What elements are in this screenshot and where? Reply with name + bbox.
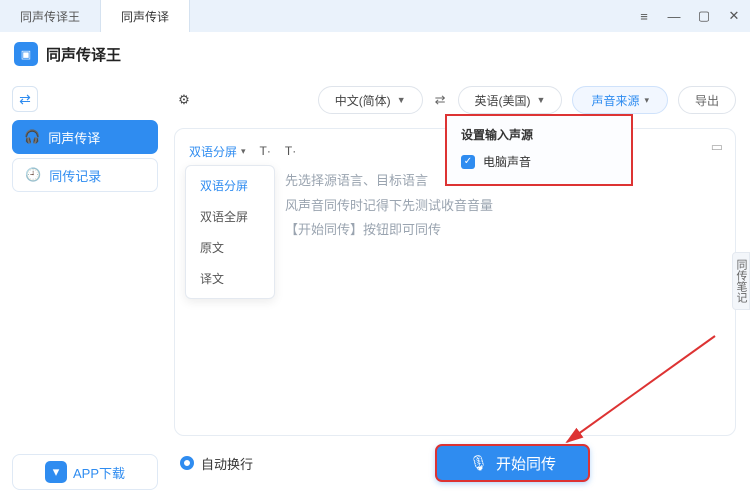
gear-icon[interactable]: ⚙ — [174, 90, 194, 110]
start-label: 开始同传 — [496, 453, 556, 474]
dd-item-source[interactable]: 原文 — [186, 232, 274, 263]
sidebar: ⇄ 🎧 同声传译 🕘 同传记录 ▾ APP下载 — [0, 76, 170, 500]
notes-side-tab[interactable]: 同传笔记 — [732, 252, 750, 310]
popover-title: 设置输入声源 — [461, 126, 617, 143]
tabs-bar: 同声传译王 同声传译 ≡ — ▢ ✕ — [0, 0, 750, 32]
auto-wrap-label: 自动换行 — [201, 454, 253, 473]
sound-source-button[interactable]: 声音来源 ▾ — [572, 86, 668, 114]
app-download-button[interactable]: ▾ APP下载 — [12, 454, 158, 490]
layout-label: 双语分屏 — [189, 143, 237, 160]
source-lang-select[interactable]: 中文(简体) ▼ — [318, 86, 423, 114]
text-size-small-icon[interactable]: T· — [260, 144, 271, 158]
clock-icon: 🕘 — [25, 167, 41, 183]
tab-interpret[interactable]: 同声传译 — [101, 0, 190, 32]
dd-item-split[interactable]: 双语分屏 — [186, 170, 274, 201]
window-controls: ≡ — ▢ ✕ — [636, 0, 742, 32]
nav-label: 同传记录 — [49, 166, 101, 185]
app-title: 同声传译王 — [46, 44, 121, 65]
dd-item-full[interactable]: 双语全屏 — [186, 201, 274, 232]
nav-interpret[interactable]: 🎧 同声传译 — [12, 120, 158, 154]
hint-line: 【开始同传】按钮即可同传 — [285, 218, 721, 243]
menu-icon[interactable]: ≡ — [636, 8, 652, 24]
start-interpret-button[interactable]: 🎙 开始同传 — [435, 444, 590, 482]
chevron-down-icon: ▼ — [397, 95, 406, 105]
chevron-down-icon: ▾ — [241, 146, 246, 157]
mic-icon: 🎙 — [469, 454, 488, 472]
target-lang-select[interactable]: 英语(美国) ▼ — [458, 86, 563, 114]
nav-label: 同声传译 — [48, 128, 100, 147]
sound-source-popover: 设置输入声源 ✓ 电脑声音 — [445, 114, 633, 186]
layout-grid-icon[interactable]: ▭ — [711, 139, 723, 155]
headset-icon: 🎧 — [24, 129, 40, 145]
hint-line: 风声音同传时记得下先测试收音音量 — [285, 194, 721, 219]
target-lang-label: 英语(美国) — [475, 92, 531, 109]
text-size-large-icon[interactable]: T· — [285, 144, 296, 158]
popover-option-computer[interactable]: ✓ 电脑声音 — [461, 153, 617, 170]
checkbox-checked-icon: ✓ — [461, 155, 475, 169]
layout-dropdown-trigger[interactable]: 双语分屏 ▾ — [189, 143, 246, 160]
download-label: APP下载 — [73, 463, 125, 482]
minimize-icon[interactable]: — — [666, 8, 682, 24]
nav-history[interactable]: 🕘 同传记录 — [12, 158, 158, 192]
app-header: ▣ 同声传译王 — [0, 32, 750, 76]
chevron-down-icon: ▾ — [644, 95, 649, 106]
app-logo-icon: ▣ — [14, 42, 38, 66]
toolbar: ⚙ 中文(简体) ▼ ⇄ 英语(美国) ▼ 声音来源 ▾ 导出 — [174, 82, 736, 118]
sound-source-label: 声音来源 — [591, 92, 639, 109]
sidebar-toggle-icon[interactable]: ⇄ — [12, 86, 38, 112]
bottom-bar: 自动换行 🎙 开始同传 — [174, 436, 736, 490]
tab-app-home[interactable]: 同声传译王 — [0, 0, 101, 32]
chevron-down-icon: ▼ — [537, 95, 546, 105]
maximize-icon[interactable]: ▢ — [696, 8, 712, 24]
source-lang-label: 中文(简体) — [335, 92, 391, 109]
close-icon[interactable]: ✕ — [726, 8, 742, 24]
dd-item-target[interactable]: 译文 — [186, 263, 274, 294]
download-icon: ▾ — [45, 461, 67, 483]
swap-lang-icon[interactable]: ⇄ — [433, 92, 448, 108]
layout-dropdown-menu: 双语分屏 双语全屏 原文 译文 — [185, 165, 275, 299]
export-button[interactable]: 导出 — [678, 86, 736, 114]
popover-option-label: 电脑声音 — [483, 153, 531, 170]
radio-icon — [180, 456, 194, 470]
auto-wrap-radio[interactable]: 自动换行 — [180, 454, 253, 473]
